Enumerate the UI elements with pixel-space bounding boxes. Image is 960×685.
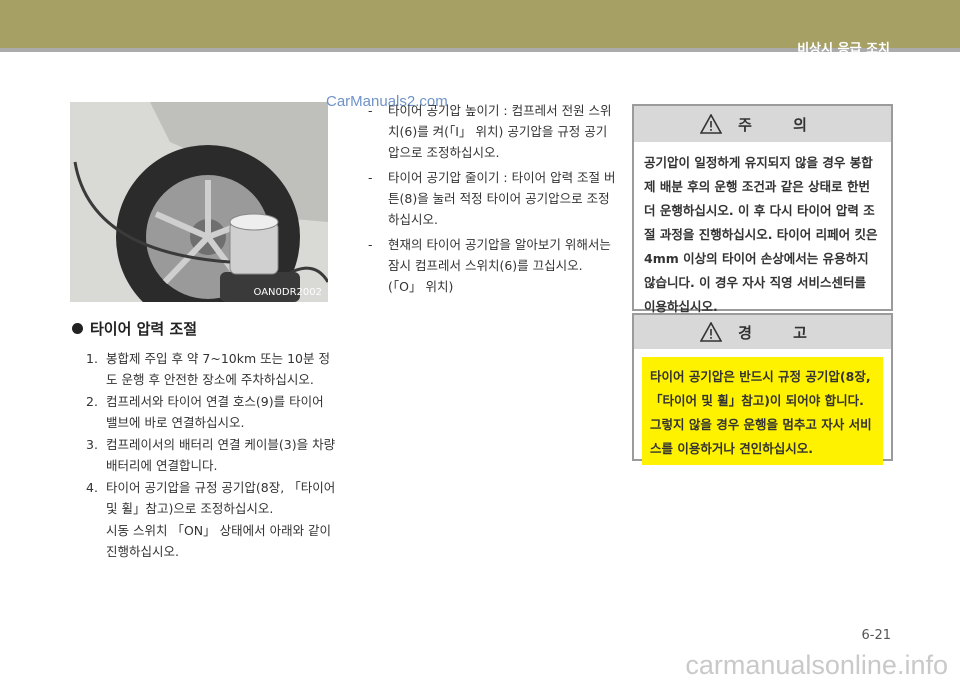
list-item: - 타이어 공기압 줄이기 : 타이어 압력 조절 버튼(8)을 눌러 적정 타… [368, 167, 618, 230]
dash-text: 타이어 공기압 높이기 : 컴프레서 전원 스위치(6)를 켜(「I」 위치) … [388, 103, 612, 160]
caution-box: 주 의 공기압이 일정하게 유지되지 않을 경우 봉합제 배분 후의 운행 조건… [632, 104, 893, 314]
warning-header: 경 고 [634, 315, 891, 349]
list-item: - 현재의 타이어 공기압을 알아보기 위해서는 잠시 컴프레서 스위치(6)를… [368, 234, 618, 297]
dash-mark: - [368, 103, 373, 118]
caution-title: 주 의 [738, 115, 825, 134]
caution-header: 주 의 [634, 106, 891, 142]
warning-text: 타이어 공기압은 반드시 규정 공기압(8장, 「타이어 및 휠」참고)이 되어… [642, 357, 883, 465]
dash-mark: - [368, 170, 373, 185]
list-item: 2. 컴프레서와 타이어 연결 호스(9)를 타이어 밸브에 바로 연결하십시오… [86, 391, 336, 433]
caution-text: 공기압이 일정하게 유지되지 않을 경우 봉합제 배분 후의 운행 조건과 같은… [644, 155, 878, 314]
step-text: 컴프레이서의 배터리 연결 케이블(3)을 차량 배터리에 연결합니다. [106, 437, 336, 473]
bullet-icon [72, 323, 83, 334]
list-item: 4. 타이어 공기압을 규정 공기압(8장, 「타이어 및 휠」참고)으로 조정… [86, 477, 336, 519]
dash-text: 현재의 타이어 공기압을 알아보기 위해서는 잠시 컴프레서 스위치(6)를 끄… [388, 237, 611, 294]
dash-mark: - [368, 237, 373, 252]
footer-watermark: carmanualsonline.info [685, 650, 948, 680]
dash-list: - 타이어 공기압 높이기 : 컴프레서 전원 스위치(6)를 켜(「I」 위치… [368, 100, 618, 301]
step-text: 타이어 공기압을 규정 공기압(8장, 「타이어 및 휠」참고)으로 조정하십시… [106, 480, 336, 516]
step-number: 4. [86, 480, 98, 495]
warning-title: 경 고 [738, 323, 825, 342]
page-number: 6-21 [861, 628, 891, 643]
list-item: 1. 봉합제 주입 후 약 7~10km 또는 10분 정도 운행 후 안전한 … [86, 348, 336, 390]
list-item: 3. 컴프레이서의 배터리 연결 케이블(3)을 차량 배터리에 연결합니다. [86, 434, 336, 476]
step-number: 1. [86, 351, 98, 366]
warning-triangle-icon [700, 114, 723, 134]
figure-code: OAN0DR2002 [253, 287, 322, 298]
step-text: 컴프레서와 타이어 연결 호스(9)를 타이어 밸브에 바로 연결하십시오. [106, 394, 324, 430]
section-title: 비상시 응급 조치 [797, 42, 890, 57]
tire-compressor-illustration [70, 102, 328, 302]
step-text: 봉합제 주입 후 약 7~10km 또는 10분 정도 운행 후 안전한 장소에… [106, 351, 330, 387]
warning-triangle-icon [700, 322, 723, 342]
steps-list: 1. 봉합제 주입 후 약 7~10km 또는 10분 정도 운행 후 안전한 … [86, 348, 336, 562]
tire-repair-figure: OAN0DR2002 [70, 102, 328, 302]
step-number: 2. [86, 394, 98, 409]
section-heading-text: 타이어 압력 조절 [90, 320, 198, 338]
list-item: - 타이어 공기압 높이기 : 컴프레서 전원 스위치(6)를 켜(「I」 위치… [368, 100, 618, 163]
section-heading: 타이어 압력 조절 [72, 318, 197, 339]
step-note: 시동 스위치 「ON」 상태에서 아래와 같이 진행하십시오. [106, 523, 332, 559]
dash-text: 타이어 공기압 줄이기 : 타이어 압력 조절 버튼(8)을 눌러 적정 타이어… [388, 170, 616, 227]
warning-box: 경 고 타이어 공기압은 반드시 규정 공기압(8장, 「타이어 및 휠」참고)… [632, 313, 893, 465]
step-number: 3. [86, 437, 98, 452]
